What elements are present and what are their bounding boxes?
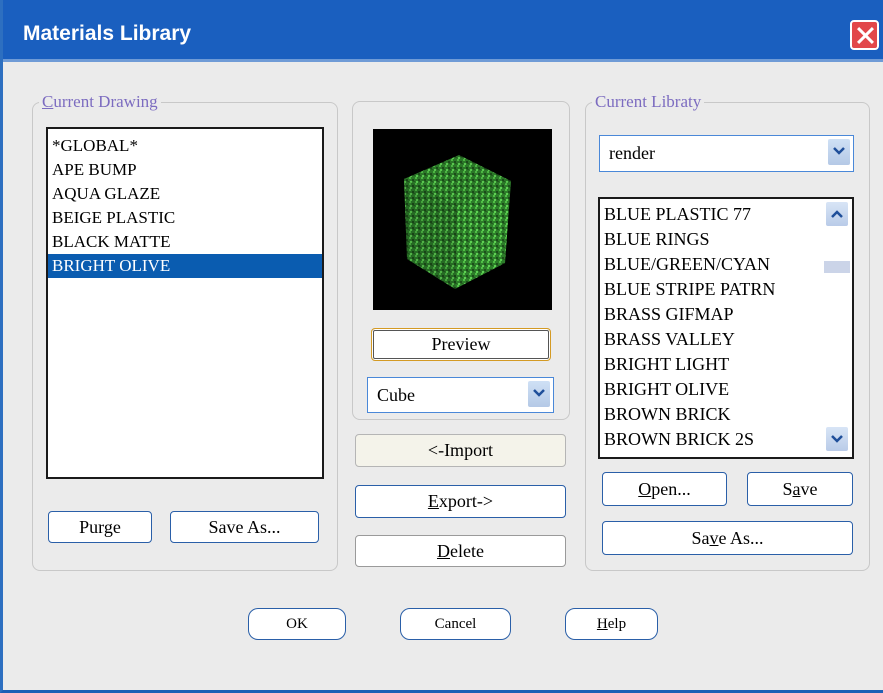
green-textured-cube [404,155,511,289]
materials-library-window: Materials Library Current Drawing *GLOBA… [0,0,883,693]
list-item[interactable]: BLUE RINGS [600,227,852,252]
list-item[interactable]: BLUE STRIPE PATRN [600,277,852,302]
shape-select-value: Cube [377,385,415,405]
library-select[interactable]: render [599,135,854,172]
save-as-drawing-button[interactable]: Save As... [170,511,319,543]
save-library-button[interactable]: Save [747,472,853,506]
list-item[interactable]: BRIGHT LIGHT [600,352,852,377]
purge-button[interactable]: Purge [48,511,152,543]
list-item[interactable]: APE BUMP [48,158,322,182]
delete-button[interactable]: Delete [355,535,566,567]
current-drawing-list[interactable]: *GLOBAL* APE BUMP AQUA GLAZE BEIGE PLAST… [46,127,324,479]
list-item[interactable]: BLUE PLASTIC 77 [600,202,852,227]
list-item[interactable]: BRASS VALLEY [600,327,852,352]
list-item[interactable]: BLACK MATTE [48,230,322,254]
list-item[interactable]: BROWN BRICK [600,402,852,427]
material-preview-image [373,129,552,310]
list-item[interactable]: BRASS GIFMAP [600,302,852,327]
ok-button[interactable]: OK [248,608,346,640]
chevron-down-icon[interactable] [528,381,550,407]
list-item[interactable]: BROWN BRICK 2S [600,427,852,452]
list-item[interactable]: *GLOBAL* [48,134,322,158]
cancel-button[interactable]: Cancel [400,608,511,640]
export-button[interactable]: Export-> [355,485,566,518]
list-item[interactable]: BRIGHT OLIVE [600,377,852,402]
save-as-library-button[interactable]: Save As... [602,521,853,555]
chevron-down-icon[interactable] [826,427,848,451]
close-icon[interactable] [850,20,879,50]
current-drawing-legend: Current Drawing [42,92,158,111]
open-button[interactable]: Open... [602,472,727,506]
chevron-down-icon[interactable] [828,139,850,165]
list-item[interactable]: BLUE/GREEN/CYAN [600,252,852,277]
current-library-list[interactable]: BLUE PLASTIC 77 BLUE RINGS BLUE/GREEN/CY… [598,197,854,459]
window-title: Materials Library [23,22,192,45]
list-item[interactable]: BEIGE PLASTIC [48,206,322,230]
chevron-up-icon[interactable] [826,202,848,226]
shape-select[interactable]: Cube [367,377,554,413]
import-button[interactable]: <-Import [355,434,566,467]
current-library-legend: Current Libraty [595,92,702,111]
help-button[interactable]: Help [565,608,658,640]
list-item[interactable]: AQUA GLAZE [48,182,322,206]
title-bar: Materials Library [3,0,883,62]
library-list-scrollbar[interactable] [823,199,852,457]
preview-button[interactable]: Preview [371,328,551,361]
scrollbar-thumb[interactable] [824,261,850,273]
list-item-selected[interactable]: BRIGHT OLIVE [48,254,322,278]
library-select-value: render [609,143,655,163]
